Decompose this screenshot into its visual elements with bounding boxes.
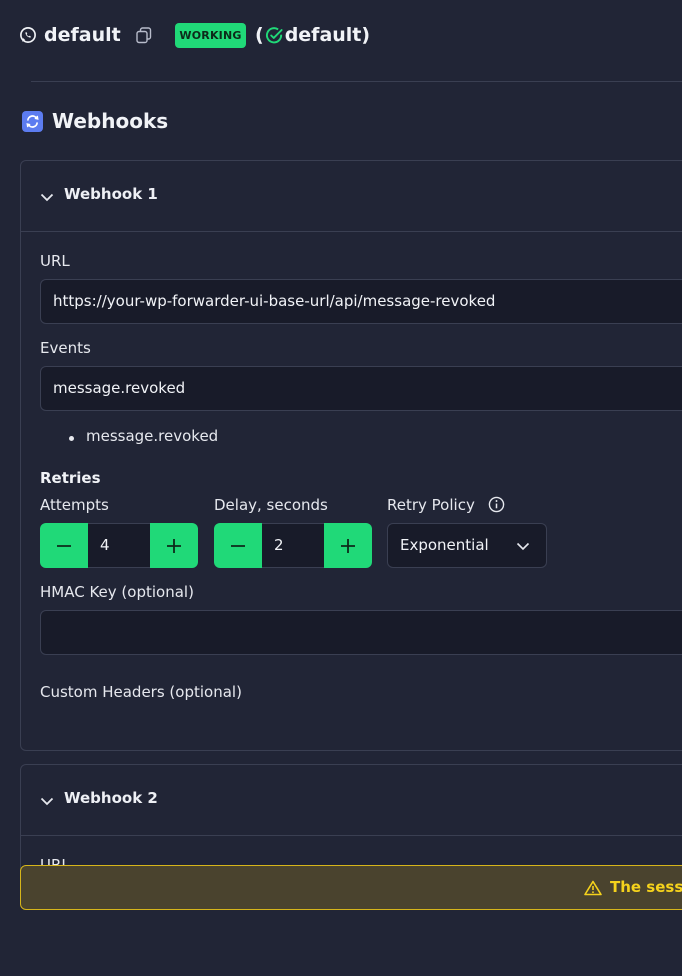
delay-decrement-button[interactable]: [214, 523, 262, 568]
session-warning-banner: The session: [20, 865, 682, 910]
hmac-label: HMAC Key (optional): [40, 583, 194, 601]
attempts-label: Attempts: [40, 496, 109, 514]
attempts-increment-button[interactable]: [150, 523, 198, 568]
event-list-item: message.revoked: [68, 427, 219, 445]
url-input[interactable]: https://your-wp-forwarder-ui-base-url/ap…: [40, 279, 682, 324]
attempts-value[interactable]: 4: [88, 523, 150, 568]
session-header: default WORKING ( default ): [0, 0, 682, 72]
whatsapp-icon: [20, 27, 36, 43]
warning-icon: [584, 880, 602, 896]
info-icon[interactable]: [488, 496, 505, 513]
header-divider: [31, 81, 682, 82]
engine-suffix: ): [361, 24, 371, 46]
chevron-down-icon: [516, 542, 530, 551]
plus-icon: [167, 538, 181, 553]
webhook-1-title: Webhook 1: [64, 185, 158, 203]
webhook-2-header[interactable]: Webhook 2: [21, 765, 682, 836]
webhooks-section-title: Webhooks: [22, 109, 168, 133]
check-circle-icon: [265, 26, 283, 43]
copy-icon[interactable]: [136, 27, 152, 44]
delay-stepper: 2: [214, 523, 372, 568]
refresh-icon: [22, 110, 43, 132]
engine-info: ( default ): [255, 24, 370, 46]
webhook-2-title: Webhook 2: [64, 789, 158, 807]
chevron-down-icon: [40, 193, 54, 202]
delay-label: Delay, seconds: [214, 496, 328, 514]
hmac-input[interactable]: [40, 610, 682, 655]
url-label: URL: [40, 252, 70, 270]
delay-increment-button[interactable]: [324, 523, 372, 568]
section-title: Webhooks: [52, 109, 169, 133]
retry-policy-select[interactable]: Exponential: [387, 523, 547, 568]
minus-icon: [231, 544, 245, 547]
session-name: default: [44, 24, 121, 46]
events-input[interactable]: message.revoked: [40, 366, 682, 411]
retry-policy-value: Exponential: [400, 536, 489, 554]
plus-icon: [341, 538, 355, 553]
attempts-decrement-button[interactable]: [40, 523, 88, 568]
engine-prefix: (: [255, 24, 264, 46]
chevron-down-icon: [40, 797, 54, 806]
warning-message: The session: [610, 878, 682, 896]
webhook-1-header[interactable]: Webhook 1: [21, 161, 682, 232]
custom-headers-label: Custom Headers (optional): [40, 683, 242, 701]
status-badge: WORKING: [175, 23, 246, 48]
delay-value[interactable]: 2: [262, 523, 324, 568]
events-label: Events: [40, 339, 91, 357]
retry-policy-label: Retry Policy: [387, 496, 475, 514]
webhook-card-1: Webhook 1 URL https://your-wp-forwarder-…: [20, 160, 682, 751]
engine-name: default: [284, 24, 362, 46]
retries-label: Retries: [40, 469, 101, 487]
attempts-stepper: 4: [40, 523, 198, 568]
minus-icon: [57, 544, 71, 547]
